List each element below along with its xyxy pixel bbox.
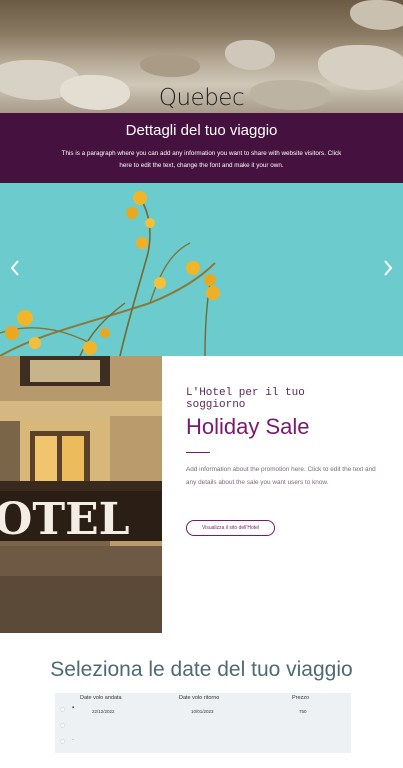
dates-table[interactable]: Date volo andata Date volo ritorno Prezz… [55, 693, 351, 753]
hotel-facade-illustration: OTEL [0, 356, 162, 633]
flowers-illustration [0, 183, 403, 356]
dates-title: Seleziona le date del tuo viaggio [50, 658, 353, 681]
trip-details-band: Dettagli del tuo viaggio This is a parag… [0, 113, 403, 183]
row-radio[interactable] [60, 739, 65, 744]
promo-eyebrow: L'Hotel per il tuo soggiorno [186, 387, 305, 411]
row-marker: ▪ [72, 705, 75, 711]
band-paragraph[interactable]: This is a paragraph where you can add an… [62, 148, 342, 172]
header-price: Prezzo [292, 695, 310, 701]
view-hotel-button[interactable]: Visualizza il sito dell'Hotel [186, 520, 275, 536]
table-cell: 750 [299, 709, 307, 714]
table-cell: 10/01/2023 [191, 709, 214, 714]
promo-title: Holiday Sale [186, 414, 310, 439]
svg-text:OTEL: OTEL [0, 494, 130, 545]
row-radio[interactable] [60, 723, 65, 728]
promo-description: Add information about the promotion here… [186, 466, 376, 486]
next-slide-button[interactable] [381, 258, 395, 278]
promo-divider [186, 452, 210, 453]
slideshow[interactable] [0, 183, 403, 356]
row-radio[interactable] [60, 707, 65, 712]
hotel-image: OTEL [0, 356, 162, 633]
prev-slide-button[interactable] [8, 258, 22, 278]
header-return: Date volo ritorno [179, 695, 220, 701]
chevron-left-icon [10, 260, 19, 276]
header-outbound: Date volo andata [80, 695, 122, 701]
hero-image: Quebec [0, 0, 403, 113]
band-title: Dettagli del tuo viaggio [125, 122, 278, 139]
promo-section: L'Hotel per il tuo soggiorno Holiday Sal… [186, 356, 403, 633]
chevron-right-icon [384, 260, 393, 276]
table-cell: 22/12/2022 [92, 709, 115, 714]
city-title: Quebec [158, 85, 245, 111]
row-marker: · [72, 737, 74, 743]
